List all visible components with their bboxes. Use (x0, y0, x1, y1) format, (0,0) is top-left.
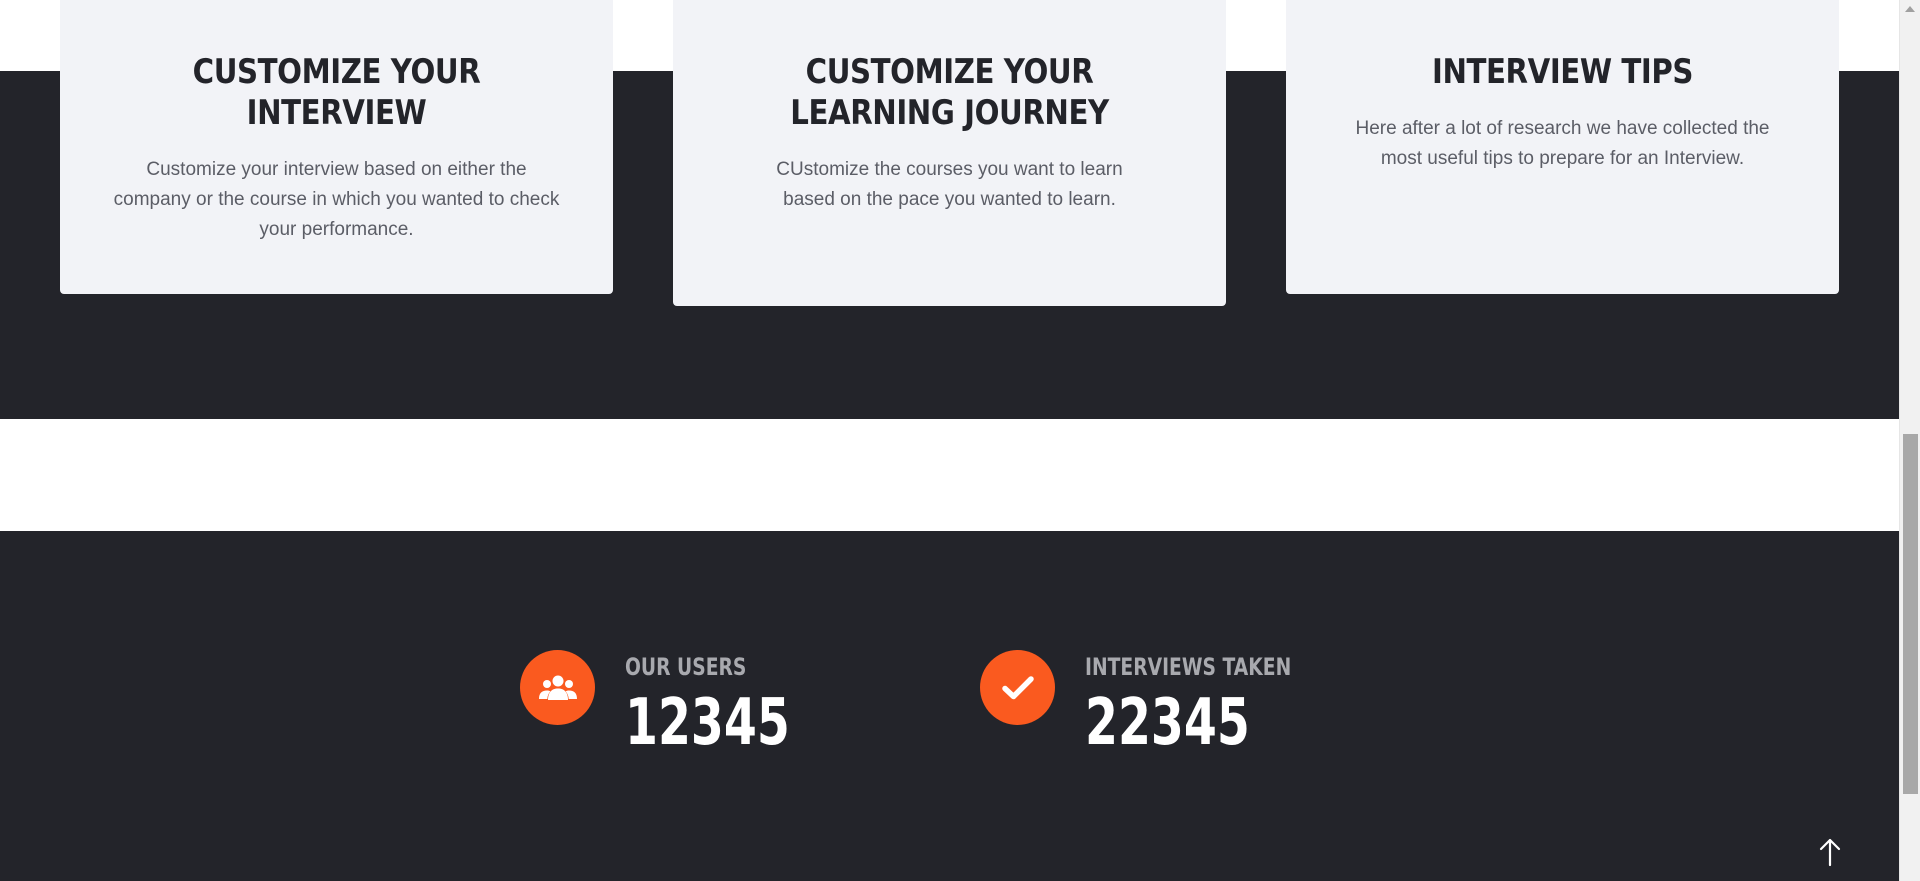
scrollbar-up-arrow-icon[interactable] (1900, 0, 1920, 17)
feature-card-customize-interview: CUSTOMIZE YOUR INTERVIEW Customize your … (60, 0, 613, 294)
feature-card-text: Customize your interview based on either… (113, 159, 560, 240)
feature-card-learning-journey: CUSTOMIZE YOUR LEARNING JOURNEY CUstomiz… (673, 0, 1226, 306)
feature-card-interview-tips: INTERVIEW TIPS Here after a lot of resea… (1286, 0, 1839, 294)
stat-body: INTERVIEWS TAKEN 22345 (1085, 650, 1349, 758)
scrollbar-thumb[interactable] (1903, 434, 1918, 794)
feature-card-title: CUSTOMIZE YOUR INTERVIEW (192, 52, 481, 133)
check-icon (980, 650, 1055, 725)
stat-value: 12345 (625, 686, 790, 760)
stat-label: OUR USERS (625, 653, 747, 681)
users-icon (520, 650, 595, 725)
scroll-to-top-button[interactable] (1810, 832, 1850, 872)
vertical-scrollbar[interactable] (1899, 0, 1920, 881)
page-content: CUSTOMIZE YOUR INTERVIEW Customize your … (0, 0, 1899, 881)
stats-section (0, 531, 1899, 881)
stat-body: OUR USERS 12345 (625, 650, 848, 758)
feature-card-text: CUstomize the courses you want to learn … (776, 159, 1123, 210)
page: CUSTOMIZE YOUR INTERVIEW Customize your … (0, 0, 1920, 881)
stat-value: 22345 (1085, 686, 1250, 760)
arrow-up-icon (1819, 838, 1841, 867)
feature-card-title: CUSTOMIZE YOUR LEARNING JOURNEY (790, 52, 1109, 133)
section-spacer (0, 419, 1899, 531)
feature-card-text: Here after a lot of research we have col… (1355, 118, 1770, 169)
stat-label: INTERVIEWS TAKEN (1085, 653, 1292, 681)
feature-card-title: INTERVIEW TIPS (1431, 52, 1693, 92)
